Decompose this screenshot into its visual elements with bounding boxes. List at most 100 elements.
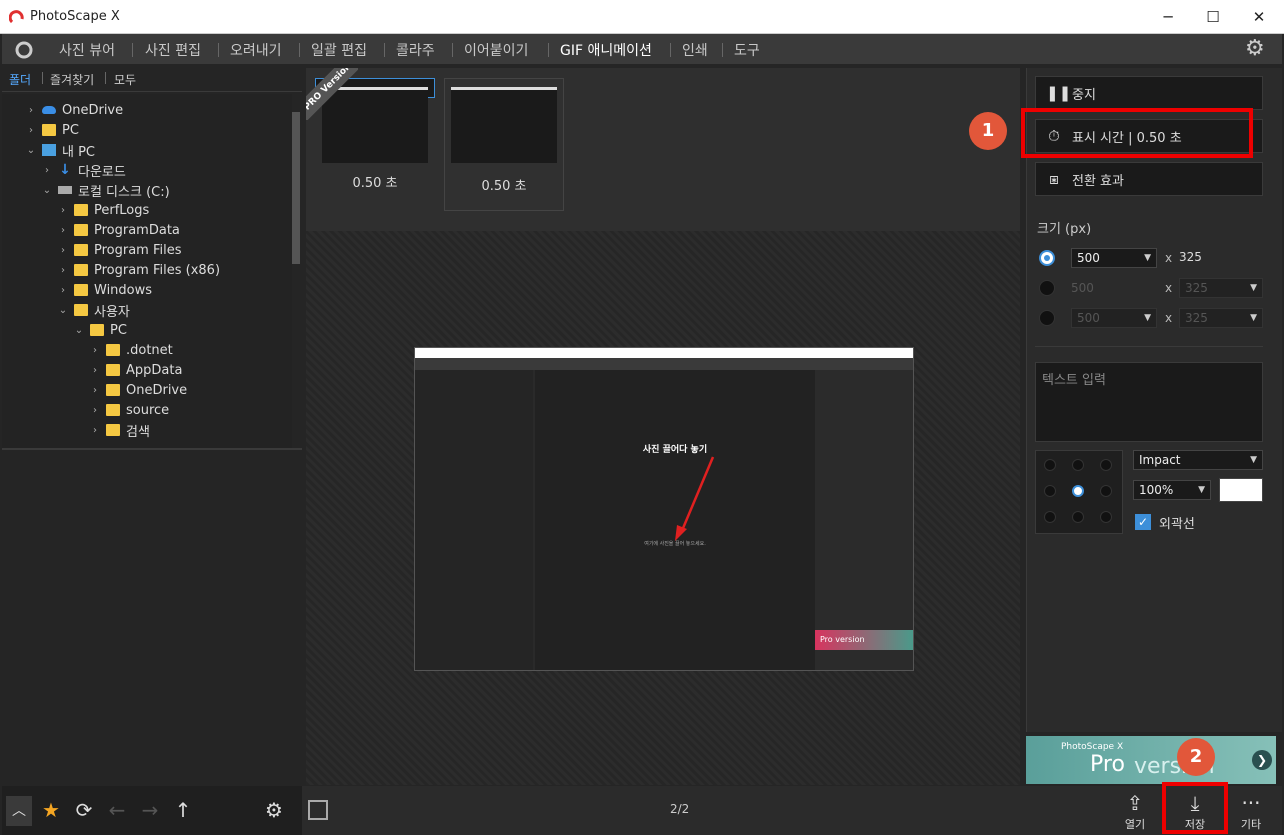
tree-chevron-icon[interactable]: › — [88, 385, 102, 396]
menu-print[interactable]: 인쇄 — [682, 40, 708, 60]
tree-item[interactable]: › OneDrive — [24, 100, 123, 120]
tree-item[interactable]: › ↓ 다운로드 — [40, 160, 126, 180]
tab-folder[interactable]: 폴더 — [9, 71, 31, 88]
menu-photo-viewer[interactable]: 사진 뷰어 — [59, 40, 115, 60]
tree-item[interactable]: › source — [88, 400, 169, 420]
anchor-dot[interactable] — [1044, 459, 1056, 471]
computer-icon — [42, 144, 56, 156]
text-color-swatch[interactable] — [1219, 478, 1263, 502]
maximize-button[interactable]: ☐ — [1190, 4, 1236, 30]
forward-arrow-icon[interactable]: → — [138, 798, 162, 822]
tree-item-label: Program Files — [94, 242, 182, 258]
tree-chevron-icon[interactable]: › — [88, 405, 102, 416]
menu-photo-editor[interactable]: 사진 편집 — [145, 40, 201, 60]
transition-button[interactable]: ⧆ 전환 효과 — [1035, 162, 1263, 196]
ad-arrow-icon[interactable]: ❯ — [1252, 750, 1272, 770]
width-select[interactable]: 500 ▼ — [1071, 308, 1157, 328]
panel-toggle-icon[interactable] — [308, 800, 328, 820]
anchor-dot-selected[interactable] — [1072, 485, 1084, 497]
tree-chevron-icon[interactable]: ⌄ — [40, 185, 54, 196]
tree-item[interactable]: ⌄ 사용자 — [56, 300, 130, 320]
tree-item-label: 사용자 — [94, 304, 130, 320]
tree-item[interactable]: › Program Files (x86) — [56, 260, 220, 280]
menu-batch-edit[interactable]: 일괄 편집 — [311, 40, 367, 60]
settings-gear-icon[interactable]: ⚙ — [1245, 36, 1265, 61]
outline-checkbox[interactable]: ✓ — [1135, 514, 1151, 530]
frame-thumb[interactable]: 0.50 초 — [444, 78, 564, 211]
minimize-button[interactable]: ─ — [1145, 4, 1191, 30]
tree-chevron-icon[interactable]: ⌄ — [56, 305, 70, 316]
height-select[interactable]: 325 ▼ — [1179, 308, 1263, 328]
menu-tools[interactable]: 도구 — [734, 40, 760, 60]
tree-item[interactable]: › ProgramData — [56, 220, 180, 240]
height-select[interactable]: 325 ▼ — [1179, 278, 1263, 298]
expand-up-icon[interactable]: ︿ — [6, 796, 32, 826]
tree-item[interactable]: ⌄ 로컬 디스크 (C:) — [40, 180, 170, 200]
tree-chevron-icon[interactable]: › — [56, 245, 70, 256]
tab-favorites[interactable]: 즐겨찾기 — [50, 71, 94, 88]
menu-separator — [299, 43, 300, 57]
tab-all[interactable]: 모두 — [114, 71, 136, 88]
anchor-dot[interactable] — [1100, 511, 1112, 523]
arrow-icon — [675, 456, 715, 541]
anchor-dot[interactable] — [1044, 511, 1056, 523]
drive-icon — [58, 186, 72, 194]
tree-item[interactable]: › Program Files — [56, 240, 182, 260]
scale-select[interactable]: 100% ▼ — [1133, 480, 1211, 500]
menu-gif-animation[interactable]: GIF 애니메이션 — [560, 40, 652, 60]
tree-chevron-icon[interactable]: › — [88, 345, 102, 356]
tree-chevron-icon[interactable]: › — [88, 365, 102, 376]
folder-settings-gear-icon[interactable]: ⚙ — [262, 798, 286, 822]
up-arrow-icon[interactable]: ↑ — [171, 798, 195, 822]
tree-chevron-icon[interactable]: › — [56, 205, 70, 216]
width-select[interactable]: 500 ▼ — [1071, 248, 1157, 268]
anchor-dot[interactable] — [1100, 459, 1112, 471]
tree-item[interactable]: › OneDrive — [88, 380, 187, 400]
size-option-radio[interactable] — [1039, 250, 1055, 266]
more-button[interactable]: ··· 기타 — [1226, 790, 1276, 832]
menu-cut-out[interactable]: 오려내기 — [230, 40, 282, 60]
tree-item[interactable]: › PC — [24, 120, 79, 140]
home-icon[interactable] — [14, 40, 34, 60]
tree-chevron-icon[interactable]: › — [24, 125, 38, 136]
anchor-dot[interactable] — [1100, 485, 1112, 497]
menu-collage[interactable]: 콜라주 — [396, 40, 435, 60]
tree-chevron-icon[interactable]: ⌄ — [72, 325, 86, 336]
font-select[interactable]: Impact ▼ — [1133, 450, 1263, 470]
tree-item-label: ProgramData — [94, 222, 180, 238]
back-arrow-icon[interactable]: ← — [105, 798, 129, 822]
tree-item[interactable]: › 검색 — [88, 420, 150, 440]
size-option-radio[interactable] — [1039, 280, 1055, 296]
tree-item[interactable]: ⌄ PC — [72, 320, 127, 340]
stop-button[interactable]: ❚❚ 중지 — [1035, 76, 1263, 110]
menu-combine[interactable]: 이어붙이기 — [464, 40, 528, 60]
tree-item[interactable]: › Windows — [56, 280, 152, 300]
size-option-radio[interactable] — [1039, 310, 1055, 326]
tree-item[interactable]: › .dotnet — [88, 340, 173, 360]
tree-chevron-icon[interactable]: › — [56, 225, 70, 236]
favorites-star-icon[interactable]: ★ — [39, 798, 63, 822]
tree-scrollbar[interactable] — [292, 112, 300, 264]
anchor-dot[interactable] — [1044, 485, 1056, 497]
tree-chevron-icon[interactable]: › — [56, 285, 70, 296]
tree-chevron-icon[interactable]: › — [40, 165, 54, 176]
stop-label: 중지 — [1072, 87, 1096, 103]
folder-icon — [106, 384, 120, 396]
text-input[interactable]: 텍스트 입력 — [1035, 362, 1263, 442]
times-sign: x — [1165, 311, 1173, 325]
tree-chevron-icon[interactable]: › — [56, 265, 70, 276]
tree-chevron-icon[interactable]: ⌄ — [24, 145, 38, 156]
anchor-dot[interactable] — [1072, 459, 1084, 471]
folder-icon — [106, 404, 120, 416]
anchor-dot[interactable] — [1072, 511, 1084, 523]
pro-version-ad[interactable]: PhotoScape X Pro version ❯ — [1026, 736, 1276, 784]
refresh-icon[interactable]: ⟳ — [72, 798, 96, 822]
close-button[interactable]: ✕ — [1236, 4, 1282, 30]
tree-chevron-icon[interactable]: › — [24, 105, 38, 116]
tree-item[interactable]: ⌄ 내 PC — [24, 140, 95, 160]
open-button[interactable]: ⇪ 열기 — [1110, 790, 1160, 832]
folder-icon — [90, 324, 104, 336]
tree-item[interactable]: › PerfLogs — [56, 200, 149, 220]
tree-chevron-icon[interactable]: › — [88, 425, 102, 436]
tree-item[interactable]: › AppData — [88, 360, 182, 380]
